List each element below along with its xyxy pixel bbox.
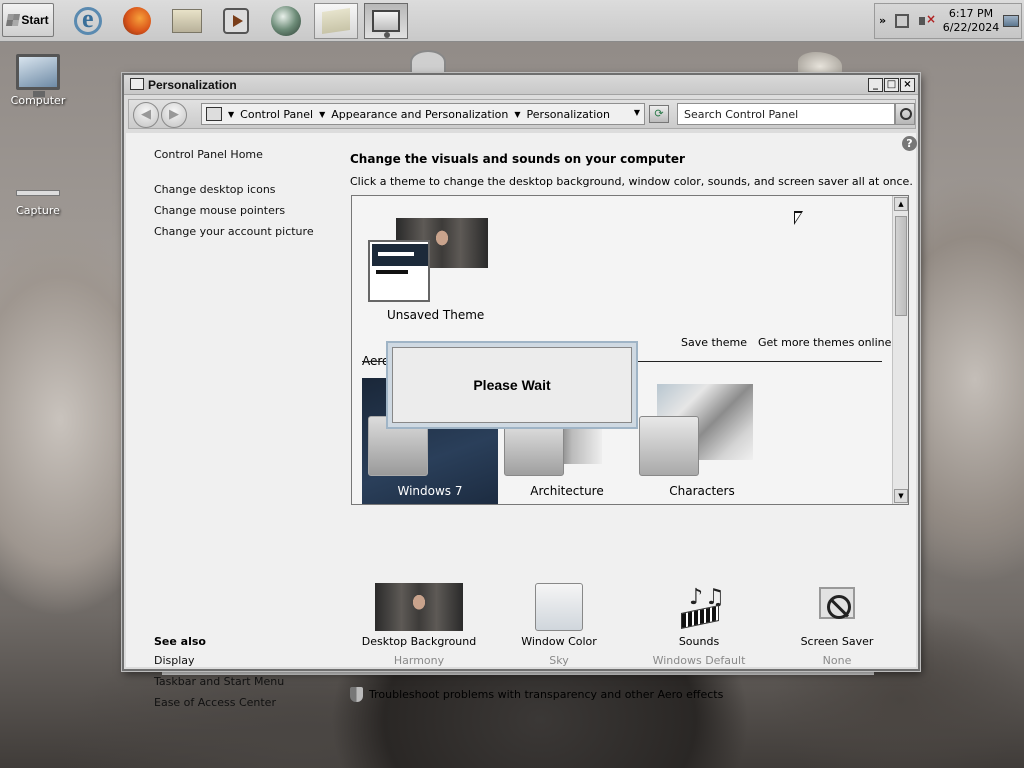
network-icon[interactable]	[895, 14, 909, 28]
start-label: Start	[21, 13, 49, 27]
back-button[interactable]: ◀	[133, 102, 159, 128]
change-account-picture-link[interactable]: Change your account picture	[154, 225, 314, 238]
address-dropdown-icon[interactable]: ▼	[634, 108, 640, 117]
clock-time: 6:17 PM	[948, 7, 994, 20]
please-wait-message: Please Wait	[392, 347, 632, 423]
recycle-bin-icon	[410, 50, 446, 74]
change-mouse-pointers-link[interactable]: Change mouse pointers	[154, 204, 285, 217]
shield-icon	[350, 687, 363, 702]
window-title: Personalization	[148, 78, 237, 92]
screen-saver-setting[interactable]: Screen Saver None	[772, 583, 902, 667]
control-panel-home-link[interactable]: Control Panel Home	[154, 148, 263, 161]
title-bar[interactable]: Personalization _ □ ×	[124, 75, 918, 95]
desktop-icon-computer[interactable]: Computer	[3, 54, 73, 107]
sounds-setting[interactable]: ♪ ♫ Sounds Windows Default	[634, 583, 764, 667]
breadcrumb-appearance[interactable]: Appearance and Personalization	[331, 108, 508, 121]
window-color-setting[interactable]: Window Color Sky	[494, 583, 624, 667]
breadcrumb-personalization[interactable]: Personalization	[527, 108, 610, 121]
scroll-up-icon[interactable]: ▲	[894, 197, 908, 211]
setting-label: Screen Saver	[800, 635, 874, 648]
system-tray: » 6:17 PM 6/22/2024	[874, 3, 1022, 39]
scroll-thumb[interactable]	[895, 216, 907, 316]
clock-date: 6/22/2024	[942, 21, 1000, 34]
computer-icon	[16, 54, 60, 97]
theme-window-preview	[368, 240, 430, 302]
control-panel-icon[interactable]	[364, 3, 408, 39]
theme-name: Characters	[669, 484, 735, 498]
save-theme-link[interactable]: Save theme	[681, 336, 747, 349]
capture-icon	[16, 190, 60, 196]
setting-value: None	[822, 654, 852, 667]
breadcrumb-arrow-icon[interactable]: ▼	[514, 110, 520, 119]
file-explorer-icon[interactable]	[165, 3, 209, 39]
sounds-icon: ♪ ♫	[675, 583, 725, 631]
setting-label: Sounds	[678, 635, 720, 648]
firefox-icon[interactable]	[115, 3, 159, 39]
desktop-icon-capture[interactable]: Capture	[3, 190, 73, 217]
see-also-heading: See also	[154, 635, 206, 648]
setting-value: Harmony	[393, 654, 445, 667]
control-panel-address-icon	[206, 107, 222, 121]
breadcrumb-arrow-icon[interactable]: ▼	[228, 110, 234, 119]
volume-muted-icon[interactable]	[919, 12, 936, 28]
help-icon[interactable]: ?	[902, 136, 917, 151]
windows-flag-icon	[6, 14, 21, 26]
navigation-bar: ◀ ▶ ▼ Control Panel ▼ Appearance and Per…	[128, 99, 916, 129]
mouse-cursor-icon	[794, 211, 803, 225]
start-button[interactable]: Start	[2, 3, 54, 37]
show-hidden-icons-chevron-icon[interactable]: »	[879, 14, 886, 27]
minimize-button[interactable]: _	[868, 78, 883, 92]
media-player-icon[interactable]	[214, 3, 258, 39]
theme-list-scrollbar[interactable]: ▲ ▼	[892, 196, 908, 504]
page-title: Change the visuals and sounds on your co…	[350, 152, 685, 166]
screen-saver-icon	[813, 583, 861, 631]
display-link[interactable]: Display	[154, 654, 195, 667]
setting-value: Windows Default	[652, 654, 746, 667]
desktop-background-icon	[375, 583, 463, 631]
setting-label: Window Color	[521, 635, 597, 648]
search-input[interactable]: Search Control Panel	[677, 103, 895, 125]
theme-name: Unsaved Theme	[387, 308, 485, 322]
breadcrumb-control-panel[interactable]: Control Panel	[240, 108, 313, 121]
ease-of-access-link[interactable]: Ease of Access Center	[154, 696, 276, 709]
clock[interactable]: 6:17 PM 6/22/2024	[941, 7, 1001, 35]
close-button[interactable]: ×	[900, 78, 915, 92]
theme-name: Windows 7	[397, 484, 463, 498]
address-bar[interactable]: ▼ Control Panel ▼ Appearance and Persona…	[201, 103, 645, 125]
show-desktop-button[interactable]	[1003, 15, 1019, 27]
desktop-background-setting[interactable]: Desktop Background Harmony	[354, 583, 484, 667]
forward-button[interactable]: ▶	[161, 102, 187, 128]
setting-label: Desktop Background	[361, 635, 477, 648]
theme-glass-preview	[639, 416, 699, 476]
theme-characters[interactable]: Characters	[637, 378, 777, 504]
scroll-down-icon[interactable]: ▼	[894, 489, 908, 503]
troubleshoot-label: Troubleshoot problems with transparency …	[369, 688, 724, 701]
folder-icon[interactable]	[314, 3, 358, 39]
change-desktop-icons-link[interactable]: Change desktop icons	[154, 183, 276, 196]
desktop-icon-label: Capture	[16, 204, 60, 217]
setting-value: Sky	[549, 654, 569, 667]
refresh-button[interactable]: ⟳	[649, 105, 669, 123]
window-color-icon	[535, 583, 583, 631]
theme-name: Architecture	[530, 484, 604, 498]
taskbar: Start » 6:17 PM 6/22/2024	[0, 0, 1024, 42]
orb-app-icon[interactable]	[264, 3, 308, 39]
page-subtitle: Click a theme to change the desktop back…	[350, 175, 913, 188]
taskbar-start-menu-link[interactable]: Taskbar and Start Menu	[154, 675, 284, 688]
troubleshoot-aero-link[interactable]: Troubleshoot problems with transparency …	[350, 687, 723, 702]
internet-explorer-icon[interactable]	[66, 3, 110, 39]
search-icon[interactable]	[895, 103, 915, 125]
breadcrumb-arrow-icon[interactable]: ▼	[319, 110, 325, 119]
get-more-themes-link[interactable]: Get more themes online	[758, 336, 891, 349]
please-wait-dialog: Please Wait	[386, 341, 638, 429]
maximize-button[interactable]: □	[884, 78, 899, 92]
control-panel-app-icon	[130, 78, 144, 90]
